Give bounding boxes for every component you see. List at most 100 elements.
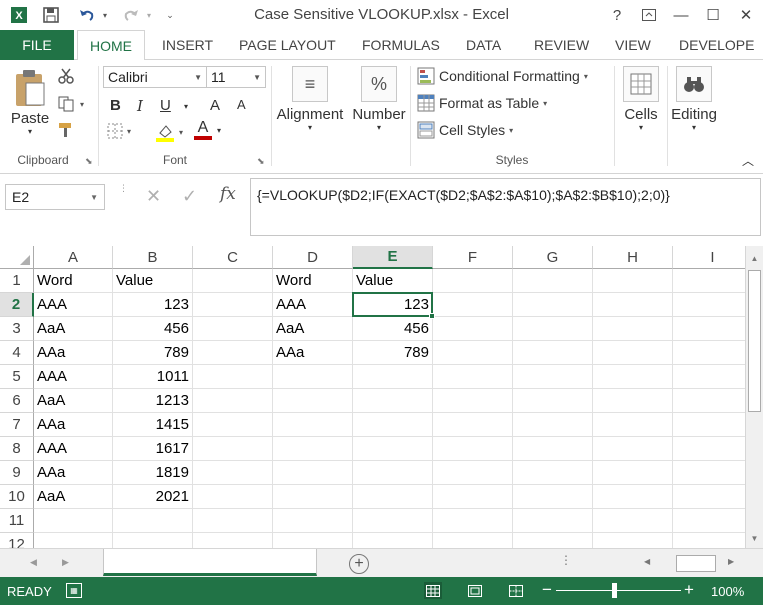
cell-g10[interactable] <box>513 485 593 509</box>
cell-b6[interactable]: 1213 <box>113 389 193 413</box>
cell-b4[interactable]: 789 <box>113 341 193 365</box>
cell-a3[interactable]: AaA <box>34 317 113 341</box>
cell-g4[interactable] <box>513 341 593 365</box>
cell-g7[interactable] <box>513 413 593 437</box>
cell-i10[interactable] <box>673 485 745 509</box>
cell-h4[interactable] <box>593 341 673 365</box>
column-header-d[interactable]: D <box>273 246 353 269</box>
close-button[interactable]: ✕ <box>731 2 761 28</box>
worksheet-grid[interactable]: ABCDEFGHI 1 2 3 4 5 6 7 8 9 10 11 12 Word Value Word V… <box>0 246 745 548</box>
cell-h8[interactable] <box>593 437 673 461</box>
cell-d6[interactable] <box>273 389 353 413</box>
copy-icon[interactable]: ▾ <box>58 96 84 112</box>
cell-c6[interactable] <box>193 389 273 413</box>
tab-split-grip-icon[interactable]: ⋮ <box>560 553 572 567</box>
tab-developer[interactable]: DEVELOPE <box>679 30 754 60</box>
cell-a6[interactable]: AaA <box>34 389 113 413</box>
font-size-select[interactable]: 11 ▼ <box>206 66 266 88</box>
cell-a1[interactable]: Word <box>34 269 113 293</box>
zoom-slider-thumb[interactable] <box>611 583 617 598</box>
cell-a9[interactable]: AAa <box>34 461 113 485</box>
paste-dropdown-icon[interactable]: ▾ <box>28 127 32 136</box>
cell-e11[interactable] <box>353 509 433 533</box>
cell-a7[interactable]: AAa <box>34 413 113 437</box>
underline-dropdown-icon[interactable]: ▾ <box>184 102 188 111</box>
cell-c1[interactable] <box>193 269 273 293</box>
cell-i1[interactable] <box>673 269 745 293</box>
cell-d11[interactable] <box>273 509 353 533</box>
cell-c5[interactable] <box>193 365 273 389</box>
tab-data[interactable]: DATA <box>466 30 501 60</box>
cell-b2[interactable]: 123 <box>113 293 193 317</box>
tab-view[interactable]: VIEW <box>615 30 651 60</box>
cell-i12[interactable] <box>673 533 745 548</box>
cell-h12[interactable] <box>593 533 673 548</box>
row-header-10[interactable]: 10 <box>0 485 34 509</box>
cell-a11[interactable] <box>34 509 113 533</box>
page-break-preview-icon[interactable] <box>507 582 525 599</box>
cell-f3[interactable] <box>433 317 513 341</box>
prev-sheet-icon[interactable]: ◀ <box>30 557 37 568</box>
cell-a12[interactable] <box>34 533 113 548</box>
cells-button[interactable]: Cells ▾ <box>618 66 664 132</box>
underline-button[interactable]: U <box>160 97 171 114</box>
cell-d7[interactable] <box>273 413 353 437</box>
cell-g8[interactable] <box>513 437 593 461</box>
cell-f1[interactable] <box>433 269 513 293</box>
format-as-table-button[interactable]: Format as Table ▾ <box>417 94 547 112</box>
cell-h11[interactable] <box>593 509 673 533</box>
cell-e9[interactable] <box>353 461 433 485</box>
row-header-11[interactable]: 11 <box>0 509 34 533</box>
macro-recording-icon[interactable]: ▦ <box>66 583 82 598</box>
cell-b7[interactable]: 1415 <box>113 413 193 437</box>
select-all-corner[interactable] <box>0 246 34 269</box>
cell-b11[interactable] <box>113 509 193 533</box>
cell-d5[interactable] <box>273 365 353 389</box>
cell-f5[interactable] <box>433 365 513 389</box>
cell-e5[interactable] <box>353 365 433 389</box>
cell-e8[interactable] <box>353 437 433 461</box>
editing-button[interactable]: Editing ▾ <box>668 66 720 132</box>
tab-home[interactable]: HOME <box>77 30 145 61</box>
scroll-right-icon[interactable]: ▶ <box>728 557 734 566</box>
cell-d10[interactable] <box>273 485 353 509</box>
cell-g9[interactable] <box>513 461 593 485</box>
cell-e4[interactable]: 789 <box>353 341 433 365</box>
confirm-entry-icon[interactable]: ✓ <box>182 186 197 207</box>
cell-f6[interactable] <box>433 389 513 413</box>
row-header-9[interactable]: 9 <box>0 461 34 485</box>
restore-button[interactable]: ☐ <box>698 2 728 28</box>
sheet-tab-active[interactable] <box>103 549 317 576</box>
cell-h3[interactable] <box>593 317 673 341</box>
cell-f7[interactable] <box>433 413 513 437</box>
clipboard-launcher-icon[interactable]: ⬊ <box>85 156 93 167</box>
cell-a8[interactable]: AAA <box>34 437 113 461</box>
grow-font-button[interactable]: A <box>210 97 220 114</box>
cell-c4[interactable] <box>193 341 273 365</box>
cell-i4[interactable] <box>673 341 745 365</box>
cell-c12[interactable] <box>193 533 273 548</box>
cell-h6[interactable] <box>593 389 673 413</box>
cell-h2[interactable] <box>593 293 673 317</box>
cell-d12[interactable] <box>273 533 353 548</box>
column-header-i[interactable]: I <box>673 246 745 269</box>
cell-h1[interactable] <box>593 269 673 293</box>
cell-g5[interactable] <box>513 365 593 389</box>
font-name-select[interactable]: Calibri ▼ <box>103 66 207 88</box>
horizontal-scroll-thumb[interactable] <box>676 555 716 572</box>
scroll-left-icon[interactable]: ◀ <box>644 557 650 566</box>
column-header-e[interactable]: E <box>353 246 433 269</box>
cell-f2[interactable] <box>433 293 513 317</box>
minimize-button[interactable]: — <box>666 2 696 28</box>
cell-g3[interactable] <box>513 317 593 341</box>
scroll-down-icon[interactable]: ▼ <box>746 530 763 546</box>
conditional-formatting-button[interactable]: Conditional Formatting ▾ <box>417 67 588 85</box>
cell-d3[interactable]: AaA <box>273 317 353 341</box>
cell-e10[interactable] <box>353 485 433 509</box>
font-color-dropdown-icon[interactable]: ▾ <box>217 126 221 135</box>
cell-f8[interactable] <box>433 437 513 461</box>
add-sheet-button[interactable]: + <box>349 554 369 574</box>
insert-function-button[interactable]: fx <box>220 184 236 204</box>
shrink-font-button[interactable]: A <box>237 97 246 112</box>
cell-i6[interactable] <box>673 389 745 413</box>
